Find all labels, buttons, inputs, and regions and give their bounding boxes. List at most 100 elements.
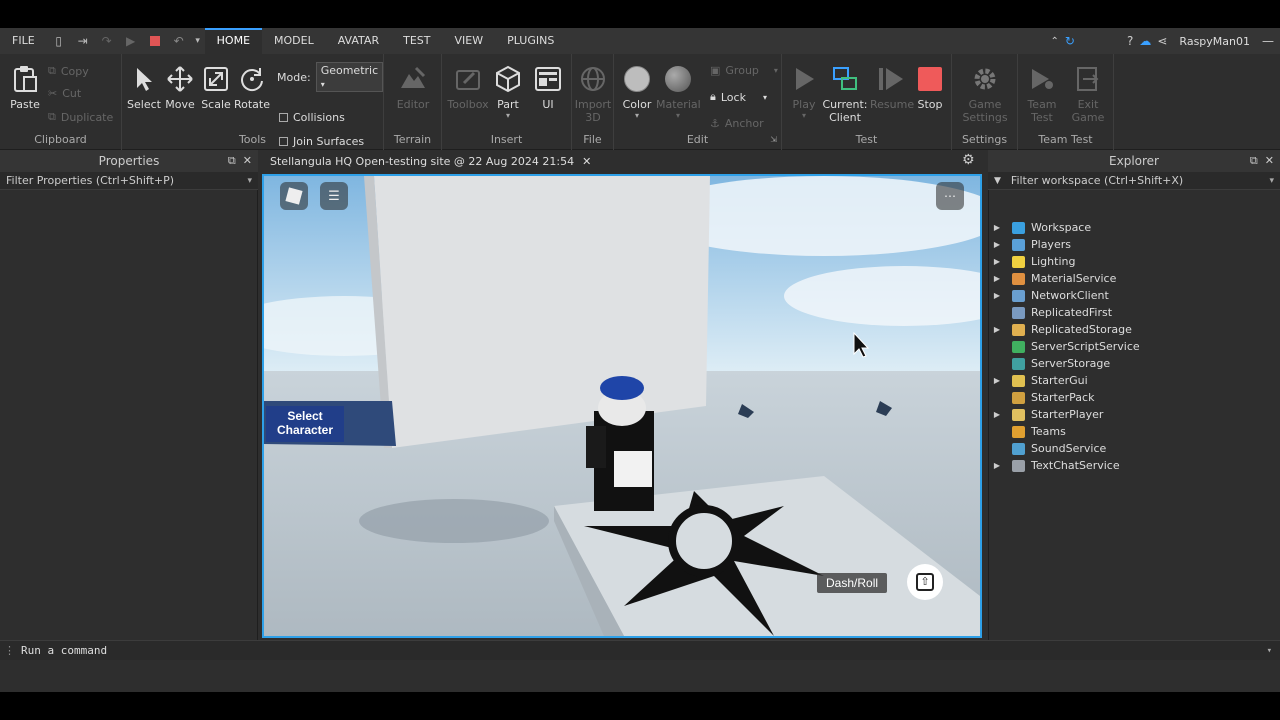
- undock-icon[interactable]: ⧉: [228, 154, 236, 167]
- move-tool-button[interactable]: Move: [162, 64, 198, 111]
- dash-roll-button[interactable]: ⇧: [907, 564, 943, 600]
- redo-icon[interactable]: ↷: [95, 28, 119, 54]
- game-viewport[interactable]: ☰ ⋯ Select Character Dash/Roll ⇧: [262, 174, 982, 638]
- share-icon[interactable]: ⋖: [1157, 34, 1167, 48]
- expand-arrow-icon[interactable]: ▶: [990, 291, 1004, 300]
- stop-button[interactable]: Stop: [912, 64, 948, 111]
- expand-arrow-icon[interactable]: ▶: [990, 223, 1004, 232]
- game-settings-button[interactable]: Game Settings: [960, 64, 1010, 124]
- explorer-item[interactable]: StarterPack: [990, 389, 1094, 406]
- expand-arrow-icon[interactable]: ▶: [990, 461, 1004, 470]
- material-dropdown-icon[interactable]: ▾: [656, 111, 700, 120]
- paste-button[interactable]: Paste: [6, 64, 44, 111]
- tab-model[interactable]: MODEL: [262, 28, 326, 54]
- explorer-item-label: Lighting: [1031, 255, 1076, 268]
- tab-plugins[interactable]: PLUGINS: [495, 28, 566, 54]
- more-options-button[interactable]: ⋯: [936, 182, 964, 210]
- roblox-menu-button[interactable]: [280, 182, 308, 210]
- expand-arrow-icon[interactable]: ▶: [990, 376, 1004, 385]
- cut-button[interactable]: ✂ Cut: [48, 87, 81, 100]
- close-icon[interactable]: ✕: [1265, 154, 1274, 167]
- chevron-down-icon[interactable]: ▾: [247, 176, 252, 186]
- explorer-item[interactable]: ▶ StarterGui: [990, 372, 1088, 389]
- cube-icon: [493, 64, 523, 94]
- expand-arrow-icon[interactable]: ▶: [990, 257, 1004, 266]
- terrain-editor-button[interactable]: Editor: [392, 64, 434, 111]
- explorer-item[interactable]: ▶ ReplicatedStorage: [990, 321, 1132, 338]
- expand-arrow-icon[interactable]: ▶: [990, 240, 1004, 249]
- group-button[interactable]: ▣ Group ▾: [710, 64, 778, 77]
- new-file-icon[interactable]: ▯: [47, 28, 71, 54]
- cloud-icon[interactable]: ☁: [1139, 34, 1151, 48]
- tab-home[interactable]: HOME: [204, 28, 263, 54]
- command-input[interactable]: [21, 644, 1221, 657]
- properties-filter-input[interactable]: Filter Properties (Ctrl+Shift+P) ▾: [0, 172, 258, 190]
- collapse-ribbon-icon[interactable]: ⌃: [1051, 36, 1059, 47]
- expand-arrow-icon[interactable]: ▶: [990, 410, 1004, 419]
- explorer-item[interactable]: ▶ TextChatService: [990, 457, 1120, 474]
- current-client-button[interactable]: Current: Client: [822, 64, 868, 124]
- rotate-tool-button[interactable]: Rotate: [232, 64, 272, 111]
- quick-access-dropdown-icon[interactable]: ▾: [191, 28, 205, 54]
- copy-button[interactable]: ⧉ Copy: [48, 64, 89, 78]
- expand-arrow-icon[interactable]: ▶: [990, 274, 1004, 283]
- lock-button[interactable]: 🔒︎ Lock ▾: [710, 90, 767, 104]
- explorer-item[interactable]: ▶ NetworkClient: [990, 287, 1109, 304]
- select-character-button[interactable]: Select Character: [266, 406, 344, 442]
- part-dropdown-icon[interactable]: ▾: [490, 111, 526, 120]
- explorer-item[interactable]: ▶ StarterPlayer: [990, 406, 1103, 423]
- chevron-down-icon[interactable]: ▾: [1267, 646, 1272, 656]
- tab-avatar[interactable]: AVATAR: [326, 28, 391, 54]
- mode-select[interactable]: Geometric ▾: [315, 62, 384, 92]
- close-icon[interactable]: ✕: [243, 154, 252, 167]
- undo-icon[interactable]: ↶: [167, 28, 191, 54]
- chat-button[interactable]: ☰: [320, 182, 348, 210]
- play-quick-icon[interactable]: ▶: [119, 28, 143, 54]
- explorer-item[interactable]: ▶ Workspace: [990, 219, 1091, 236]
- anchor-button[interactable]: ⚓︎ Anchor: [710, 117, 764, 130]
- explorer-filter-input[interactable]: ▼ Filter workspace (Ctrl+Shift+X) ▾: [988, 172, 1280, 190]
- play-dropdown-icon[interactable]: ▾: [786, 111, 822, 120]
- notifications-icon[interactable]: ↻: [1065, 34, 1075, 48]
- scale-tool-button[interactable]: Scale: [198, 64, 234, 111]
- minimize-icon[interactable]: —: [1262, 34, 1274, 48]
- exit-game-button[interactable]: Exit Game: [1068, 64, 1108, 124]
- user-name[interactable]: RaspyMan01: [1173, 35, 1256, 48]
- ui-button[interactable]: UI: [530, 64, 566, 111]
- tab-test[interactable]: TEST: [391, 28, 442, 54]
- undock-icon[interactable]: ⧉: [1250, 154, 1258, 167]
- team-test-button[interactable]: Team Test: [1022, 64, 1062, 124]
- explorer-item[interactable]: ReplicatedFirst: [990, 304, 1112, 321]
- close-tab-icon[interactable]: ✕: [582, 155, 591, 168]
- explorer-item[interactable]: ▶ MaterialService: [990, 270, 1116, 287]
- explorer-item[interactable]: ServerStorage: [990, 355, 1110, 372]
- file-menu[interactable]: FILE: [0, 28, 47, 54]
- explorer-item[interactable]: ▶ Players: [990, 236, 1071, 253]
- color-dropdown-icon[interactable]: ▾: [618, 111, 656, 120]
- drag-handle-icon[interactable]: ⋮: [4, 644, 15, 657]
- toolbox-button[interactable]: Toolbox: [446, 64, 490, 111]
- collisions-checkbox[interactable]: Collisions: [279, 111, 345, 124]
- publish-icon[interactable]: ⇥: [71, 28, 95, 54]
- viewport-settings-icon[interactable]: ⚙: [962, 152, 975, 168]
- part-button[interactable]: Part ▾: [490, 64, 526, 120]
- duplicate-button[interactable]: ⧉ Duplicate: [48, 110, 113, 124]
- select-tool-button[interactable]: Select: [126, 64, 162, 111]
- explorer-item[interactable]: ServerScriptService: [990, 338, 1140, 355]
- explorer-item[interactable]: SoundService: [990, 440, 1106, 457]
- chevron-down-icon[interactable]: ▾: [1269, 176, 1274, 186]
- place-tab[interactable]: Stellangula HQ Open-testing site @ 22 Au…: [262, 150, 599, 172]
- explorer-item[interactable]: Teams: [990, 423, 1066, 440]
- help-icon[interactable]: ?: [1127, 34, 1133, 48]
- tools-label: Tools: [238, 133, 267, 146]
- stop-quick-icon[interactable]: [143, 28, 167, 54]
- import-3d-button[interactable]: Import 3D: [574, 64, 612, 124]
- resume-button[interactable]: Resume: [870, 64, 914, 111]
- color-button[interactable]: Color ▾: [618, 64, 656, 120]
- collisions-check[interactable]: [279, 113, 288, 122]
- explorer-item[interactable]: ▶ Lighting: [990, 253, 1076, 270]
- expand-arrow-icon[interactable]: ▶: [990, 325, 1004, 334]
- tab-view[interactable]: VIEW: [442, 28, 495, 54]
- play-button[interactable]: Play ▾: [786, 64, 822, 120]
- material-button[interactable]: Material ▾: [656, 64, 701, 120]
